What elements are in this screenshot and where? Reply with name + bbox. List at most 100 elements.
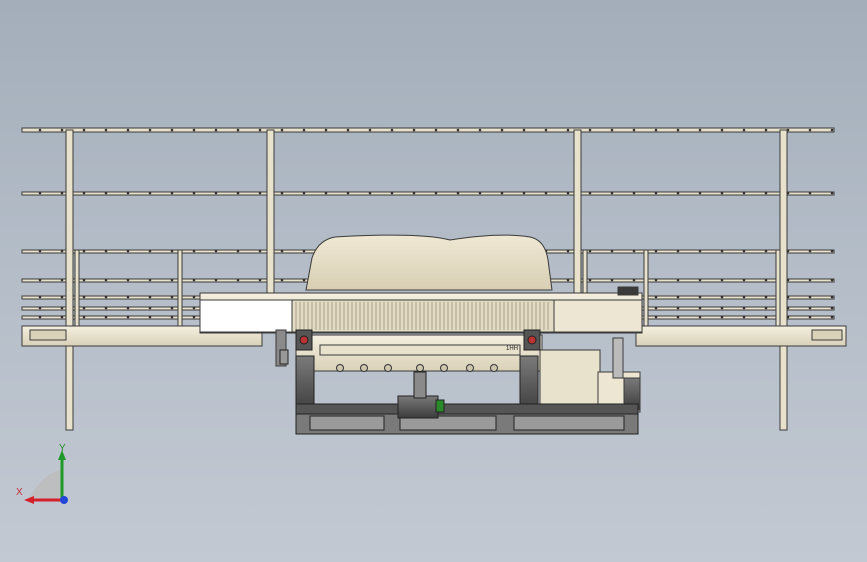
rail-bolt: [698, 249, 702, 253]
adjust-knob: [384, 364, 392, 372]
rail-bolt: [170, 278, 174, 282]
rail-bolt: [764, 191, 768, 195]
adjust-knob: [490, 364, 498, 372]
rail-bolt: [346, 191, 350, 195]
rail-bolt: [676, 249, 680, 253]
rail-bolt: [720, 306, 724, 310]
rail-bolt: [830, 278, 834, 282]
rail-bolt: [412, 191, 416, 195]
rail-bolt: [148, 278, 152, 282]
rail-bolt: [236, 191, 240, 195]
rail-bolt: [214, 249, 218, 253]
rail-bolt: [60, 128, 64, 132]
rail-bolt: [544, 128, 548, 132]
rail-bolt: [170, 128, 174, 132]
rail-bolt: [148, 295, 152, 299]
rail-bolt: [500, 128, 504, 132]
rail-bolt: [588, 128, 592, 132]
rail-bolt: [830, 191, 834, 195]
rail-bolt: [390, 191, 394, 195]
triad-plane: [28, 470, 62, 500]
rail-top: [21, 127, 835, 133]
rail-bolt: [588, 278, 592, 282]
rail-bolt: [280, 128, 284, 132]
rail-bolt: [214, 278, 218, 282]
rail-bolt: [676, 295, 680, 299]
rail-bolt: [720, 191, 724, 195]
rail-bolt: [192, 128, 196, 132]
rail-bolt: [808, 128, 812, 132]
rail-bolt: [214, 191, 218, 195]
rail-bolt: [654, 128, 658, 132]
rail-bolt: [38, 315, 42, 319]
orientation-triad: [24, 450, 68, 504]
rail-bolt: [38, 191, 42, 195]
rail-bolt: [126, 278, 130, 282]
rail-bolt: [82, 278, 86, 282]
rail-bolt: [192, 295, 196, 299]
rail-bolt: [82, 191, 86, 195]
rail-bolt: [764, 295, 768, 299]
rail-bolt: [720, 249, 724, 253]
rail-bolt: [808, 315, 812, 319]
rail-2: [21, 191, 835, 196]
cad-viewport[interactable]: 1HH X Y: [0, 0, 867, 562]
post-5: [74, 249, 80, 331]
rail-bolt: [742, 249, 746, 253]
rail-bolt: [830, 306, 834, 310]
post-2: [266, 129, 275, 296]
adjust-knob: [336, 364, 344, 372]
drive-motor: [397, 371, 445, 419]
rail-bolt: [588, 249, 592, 253]
post-3: [573, 129, 582, 296]
z-axis-dot: [60, 496, 68, 504]
rail-bolt: [456, 128, 460, 132]
rail-bolt: [368, 128, 372, 132]
rail-bolt: [654, 249, 658, 253]
rail-bolt: [544, 191, 548, 195]
rail-bolt: [654, 306, 658, 310]
rail-bolt: [566, 278, 570, 282]
rail-bolt: [478, 128, 482, 132]
rail-bolt: [148, 306, 152, 310]
rail-bolt: [742, 191, 746, 195]
rail-bolt: [148, 315, 152, 319]
rail-bolt: [456, 191, 460, 195]
rail-bolt: [742, 306, 746, 310]
rail-bolt: [258, 191, 262, 195]
post-4: [779, 129, 788, 431]
adjust-knob: [440, 364, 448, 372]
rail-bolt: [808, 191, 812, 195]
rail-bolt: [214, 128, 218, 132]
rail-bolt: [610, 191, 614, 195]
rail-bolt: [60, 249, 64, 253]
rail-bolt: [82, 295, 86, 299]
rail-bolt: [676, 306, 680, 310]
machine-model[interactable]: 1HH: [0, 0, 867, 562]
rail-bolt: [38, 306, 42, 310]
rail-bolt: [830, 249, 834, 253]
rail-bolt: [302, 191, 306, 195]
rail-bolt: [610, 128, 614, 132]
rail-bolt: [676, 191, 680, 195]
rail-bolt: [236, 249, 240, 253]
rail-bolt: [434, 128, 438, 132]
rail-bolt: [60, 315, 64, 319]
rail-bolt: [236, 128, 240, 132]
adjust-knob: [360, 364, 368, 372]
rail-bolt: [632, 128, 636, 132]
rail-bolt: [830, 315, 834, 319]
rail-bolt: [82, 128, 86, 132]
post-7: [582, 249, 588, 296]
rail-bolt: [500, 191, 504, 195]
rail-bolt: [258, 249, 262, 253]
rail-bolt: [104, 278, 108, 282]
rail-bolt: [170, 306, 174, 310]
rail-bolt: [126, 128, 130, 132]
rail-bolt: [192, 315, 196, 319]
rail-bolt: [764, 278, 768, 282]
rail-bolt: [610, 249, 614, 253]
rail-bolt: [764, 315, 768, 319]
rail-bolt: [698, 315, 702, 319]
rail-bolt: [808, 306, 812, 310]
